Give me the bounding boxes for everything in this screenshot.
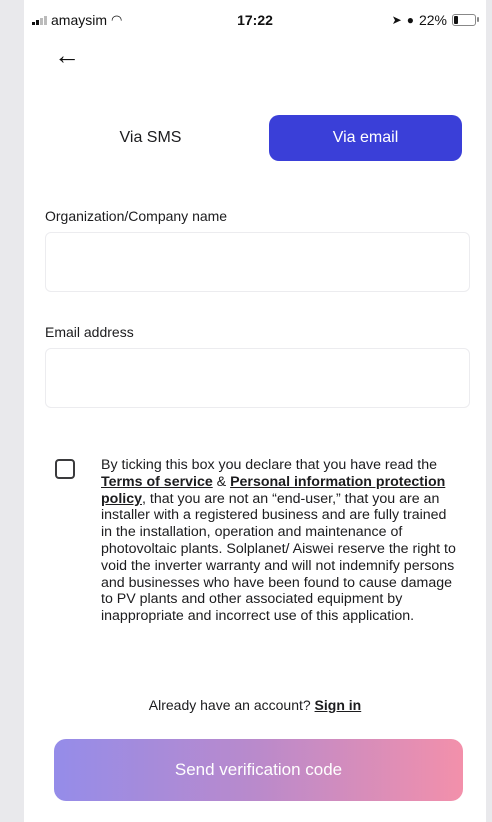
send-verification-button[interactable]: Send verification code [54,739,463,801]
account-prompt-text: Already have an account? [148,697,315,713]
battery-percent: 22% [418,12,447,28]
location-icon: ➤ [391,13,402,27]
back-arrow-icon[interactable]: ← [54,40,80,70]
email-input[interactable] [45,348,470,408]
tab-via-sms[interactable]: Via SMS [54,115,247,161]
battery-fill [454,16,458,24]
account-prompt: Already have an account? Sign in [24,697,486,713]
terms-text: By ticking this box you declare that you… [101,457,461,625]
org-name-input[interactable] [45,232,470,292]
alarm-icon: ● [406,13,414,27]
sign-in-link[interactable]: Sign in [315,697,362,713]
terms-amp: & [212,473,231,490]
terms-checkbox[interactable] [55,459,75,479]
method-tabs: Via SMS Via email [54,115,463,161]
phone-screen: amaysim ◠ 17:22 ➤ ● 22% ← Via SMS Via em… [24,0,486,822]
org-name-label: Organization/Company name [45,208,228,224]
terms-body: , that you are not an “end-user,” that y… [101,490,456,625]
email-label: Email address [45,324,134,340]
terms-of-service-link[interactable]: Terms of service [101,474,213,490]
carrier-name: amaysim [51,12,108,28]
status-right: ➤ ● 22% [391,12,479,28]
wifi-icon: ◠ [111,12,123,27]
terms-intro: By ticking this box you declare that you… [101,457,437,473]
status-bar: amaysim ◠ 17:22 ➤ ● 22% [24,0,486,40]
signal-icon [32,15,47,25]
battery-icon [452,14,479,26]
status-left: amaysim ◠ [32,12,122,28]
tab-via-email[interactable]: Via email [269,115,462,161]
